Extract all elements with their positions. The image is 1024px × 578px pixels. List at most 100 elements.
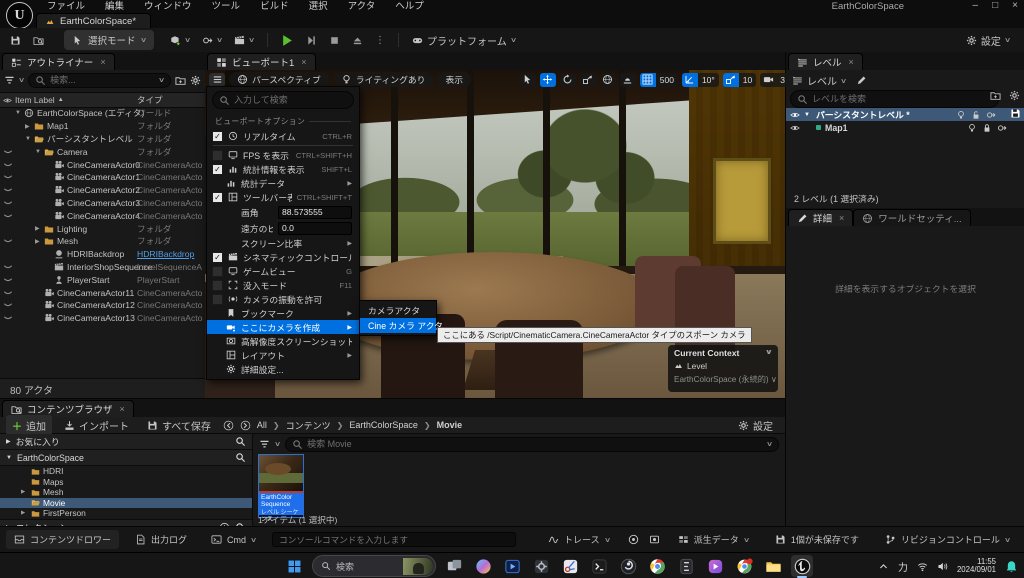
- add-level-icon[interactable]: [990, 90, 1001, 101]
- checkbox[interactable]: ✓: [212, 252, 223, 263]
- taskbar-app-task-view[interactable]: [443, 555, 465, 577]
- menu-4[interactable]: ビルド: [251, 0, 298, 14]
- menu-item-3[interactable]: 統計データ▶: [207, 176, 359, 190]
- menu-item-0[interactable]: ✓リアルタイムCTRL+R: [207, 129, 359, 143]
- visibility-toggle[interactable]: [0, 198, 15, 208]
- taskbar-app-epic[interactable]: [675, 555, 697, 577]
- content-drawer-button[interactable]: コンテンツドロワー: [6, 530, 119, 549]
- screenshot-tool-icon[interactable]: [649, 534, 660, 545]
- taskbar-app-chrome2[interactable]: [733, 555, 755, 577]
- menu-5[interactable]: 選択: [300, 0, 337, 14]
- outliner-search[interactable]: ∨: [28, 73, 171, 88]
- new-folder-icon[interactable]: [175, 75, 186, 86]
- details-tab[interactable]: 詳細×: [788, 209, 853, 226]
- submenu-item-1[interactable]: Cine カメラ アクタ: [360, 318, 436, 333]
- menu-0[interactable]: ファイル: [38, 0, 94, 14]
- import-button[interactable]: インポート: [58, 415, 135, 436]
- outliner-row[interactable]: ▶Lightingフォルダ: [0, 222, 205, 235]
- expander-arrow[interactable]: ▼: [25, 136, 34, 142]
- taskbar-app-snipping[interactable]: [559, 555, 581, 577]
- camera-speed-value[interactable]: 3: [776, 73, 789, 87]
- world-coord-button[interactable]: [600, 73, 616, 87]
- outliner-row[interactable]: HDRIBackdropHDRIBackdrop: [0, 248, 205, 261]
- favorites-header[interactable]: ▶お気に入り: [0, 434, 252, 450]
- outliner-row[interactable]: CineCameraActor13CineCameraActo: [0, 312, 205, 325]
- notification-bell-icon[interactable]: [1005, 560, 1018, 573]
- level-row[interactable]: ▼パーシスタントレベル *: [786, 108, 1024, 121]
- menu-item-14[interactable]: 高解像度スクリーンショット...: [207, 334, 359, 348]
- output-log-button[interactable]: 出力ログ: [127, 530, 195, 549]
- menu-item-10[interactable]: 没入モードF11: [207, 278, 359, 292]
- edit-icon[interactable]: [856, 75, 867, 86]
- taskbar-app-explorer[interactable]: [762, 555, 784, 577]
- insights-icon[interactable]: [628, 534, 639, 545]
- save-button[interactable]: [4, 32, 27, 49]
- camera-speed-control[interactable]: 3: [760, 73, 789, 87]
- blueprints-button[interactable]: ∨: [196, 32, 228, 49]
- search-highlight-image[interactable]: [403, 558, 433, 575]
- breadcrumb-item[interactable]: EarthColorSpace: [349, 420, 418, 430]
- menu-7[interactable]: ヘルプ: [386, 0, 433, 14]
- taskbar-app-capture[interactable]: [501, 555, 523, 577]
- grid-snap-control[interactable]: 500: [640, 73, 678, 87]
- show-flags-button[interactable]: 表示: [437, 72, 471, 87]
- derived-data-button[interactable]: 派生データ∨: [670, 530, 757, 549]
- move-tool-button[interactable]: [540, 73, 556, 87]
- view-mode-button[interactable]: ライティングあり: [333, 72, 434, 87]
- rotate-tool-button[interactable]: [560, 73, 576, 87]
- details-tab-close[interactable]: ×: [839, 213, 844, 223]
- column-item-label[interactable]: Item Label: [15, 95, 55, 105]
- menu-field-input[interactable]: [278, 222, 352, 235]
- play-button[interactable]: [275, 31, 300, 50]
- speaker-icon[interactable]: [937, 561, 948, 572]
- visibility-toggle[interactable]: [0, 300, 15, 310]
- ime-mode-indicator[interactable]: 力: [898, 559, 908, 574]
- visibility-toggle[interactable]: [0, 211, 15, 221]
- outliner-row[interactable]: ▼パーシスタントレベルフォルダ: [0, 133, 205, 146]
- filter-icon[interactable]: [259, 439, 270, 450]
- menu-item-15[interactable]: レイアウト▶: [207, 348, 359, 362]
- outliner-row[interactable]: CineCameraActor1CineCameraActo: [0, 171, 205, 184]
- forward-icon[interactable]: [240, 420, 251, 431]
- viewport-options-button[interactable]: [209, 73, 225, 87]
- clock[interactable]: 11:55 2024/09/01: [957, 558, 996, 575]
- expander-arrow[interactable]: ▼: [15, 110, 24, 116]
- scale-tool-button[interactable]: [580, 73, 596, 87]
- checkbox[interactable]: [212, 294, 223, 305]
- outliner-row[interactable]: CineCameraActor11CineCameraActo: [0, 286, 205, 299]
- breadcrumb-item[interactable]: All: [257, 420, 267, 430]
- breadcrumb-item[interactable]: Movie: [437, 420, 463, 430]
- level-row[interactable]: ▼Map1: [786, 121, 1024, 134]
- taskbar-app-unreal[interactable]: [791, 555, 813, 577]
- levels-tab-close[interactable]: ×: [849, 57, 854, 67]
- taskbar-app-copilot[interactable]: [472, 555, 494, 577]
- folder-mesh[interactable]: ▶Mesh: [0, 487, 252, 498]
- eject-button[interactable]: [346, 32, 369, 49]
- filter-icon[interactable]: [4, 75, 15, 86]
- asset-earthcolorsequence[interactable]: EarthColor Sequence レベル シーケンス: [258, 454, 304, 518]
- rotation-snap-control[interactable]: 10°: [682, 73, 719, 87]
- menu-search[interactable]: [212, 91, 354, 109]
- taskbar-app-obs[interactable]: [617, 555, 639, 577]
- outliner-row[interactable]: CineCameraActor3CineCameraActo: [0, 197, 205, 210]
- menu-3[interactable]: ツール: [203, 0, 250, 14]
- surface-snap-button[interactable]: [620, 73, 636, 87]
- revision-control-button[interactable]: リビジョンコントロール∨: [877, 530, 1018, 549]
- levels-tab[interactable]: レベル×: [788, 53, 863, 70]
- wifi-icon[interactable]: [917, 561, 928, 572]
- trace-button[interactable]: トレース∨: [540, 530, 618, 549]
- visibility-toggle[interactable]: [0, 172, 15, 182]
- taskbar-app-terminal[interactable]: [588, 555, 610, 577]
- visibility-toggle[interactable]: [0, 160, 15, 170]
- menu-item-11[interactable]: カメラの振動を許可: [207, 292, 359, 306]
- outliner-row[interactable]: CineCameraActor12CineCameraActo: [0, 299, 205, 312]
- maximize-button[interactable]: □: [992, 0, 998, 11]
- menu-item-5[interactable]: 画角: [207, 204, 359, 220]
- submenu-item-0[interactable]: カメラアクタ: [360, 303, 436, 318]
- viewport-tab-close[interactable]: ×: [301, 57, 306, 67]
- collapse-chevron-icon[interactable]: ∨: [765, 348, 773, 358]
- outliner-tab-close[interactable]: ×: [100, 57, 105, 67]
- browse-content-button[interactable]: [27, 32, 50, 49]
- levels-settings-icon[interactable]: [1009, 90, 1020, 101]
- folder-movie[interactable]: Movie: [0, 498, 252, 509]
